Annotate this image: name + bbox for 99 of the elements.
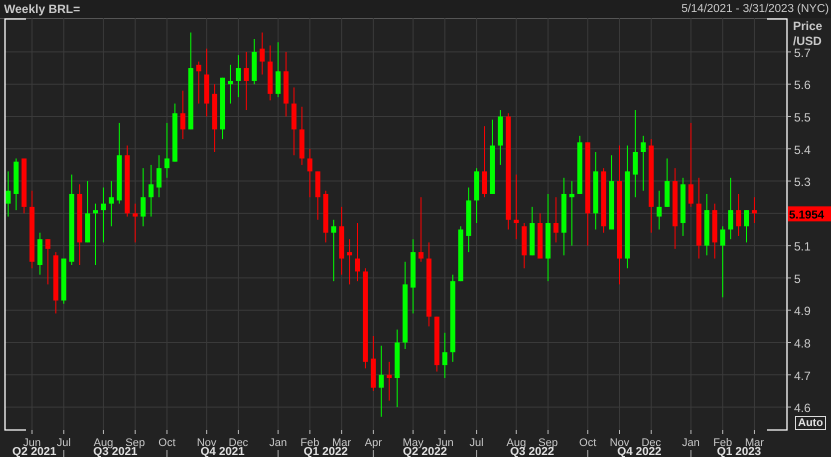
candlestick xyxy=(386,361,392,402)
tick-label: 5.7 xyxy=(794,46,811,60)
candlestick xyxy=(236,54,241,98)
candlestick xyxy=(204,48,210,117)
chart-title: Weekly BRL= xyxy=(4,2,80,16)
candlestick xyxy=(640,135,646,192)
candlestick xyxy=(323,190,328,243)
tick-label: 5.3 xyxy=(794,175,811,190)
candlestick xyxy=(466,187,472,253)
candlestick xyxy=(22,158,27,214)
candlestick xyxy=(752,196,757,224)
candlestick xyxy=(307,148,312,198)
candlestick xyxy=(656,190,662,230)
candlestick xyxy=(53,252,58,314)
tick-label: Jan xyxy=(269,437,287,449)
candlestick xyxy=(276,42,281,98)
tick-label: Aug xyxy=(94,437,114,449)
candlestick xyxy=(744,210,749,243)
candlestick xyxy=(180,90,186,140)
tick-label: 5.6 xyxy=(794,78,811,92)
candlestick xyxy=(14,158,19,211)
candlestick xyxy=(442,332,448,379)
date-range: 5/14/2021 - 3/31/2023 (NYC) xyxy=(681,3,829,15)
quarter-label: Q4 2021 xyxy=(200,446,245,457)
candlestick xyxy=(172,103,178,162)
candlestick xyxy=(728,177,734,240)
candlestick xyxy=(434,316,440,372)
candlestick xyxy=(530,206,535,256)
candlestick xyxy=(93,203,98,266)
candlestick xyxy=(664,158,670,208)
candlestick xyxy=(299,106,304,166)
candlestick xyxy=(601,168,606,234)
candlestick xyxy=(339,206,344,276)
candlestick xyxy=(291,86,296,156)
candlestick xyxy=(458,226,464,282)
candlestick xyxy=(196,61,202,104)
candlestick xyxy=(61,258,66,304)
candlestick xyxy=(212,84,218,152)
quarter-label: Q4 2022 xyxy=(617,446,662,457)
candlestick xyxy=(712,203,718,260)
tick-label: 5.5 xyxy=(794,110,811,124)
candlestick xyxy=(538,212,543,260)
tick-label: 4.7 xyxy=(794,368,811,383)
tick-label: 4.8 xyxy=(794,336,811,350)
quarter-label: Q1 2023 xyxy=(716,446,762,457)
candlestick xyxy=(370,336,376,392)
candlestick xyxy=(132,203,138,243)
candlestick xyxy=(156,154,162,198)
candlestick xyxy=(577,135,582,194)
candlestick xyxy=(331,219,336,282)
candlestick xyxy=(355,222,360,282)
tick-label: Apr xyxy=(364,437,382,449)
candlestick xyxy=(418,196,424,262)
candlestick xyxy=(514,174,519,240)
candlestick xyxy=(553,196,558,243)
candlestick xyxy=(100,187,106,243)
quarter-label: Q3 2022 xyxy=(510,446,554,457)
tick-label: Aug xyxy=(506,437,526,449)
candlestick xyxy=(474,168,480,224)
candlestick xyxy=(347,238,352,285)
candlestick xyxy=(228,64,233,104)
tick-label: Oct xyxy=(158,437,176,449)
tick-label: Sep xyxy=(125,437,145,449)
candlestick xyxy=(315,170,320,220)
tick-label: Jul xyxy=(56,437,71,449)
tick-label: Jul xyxy=(470,437,484,449)
candlestick xyxy=(85,180,90,243)
candlestick xyxy=(220,77,226,140)
tick-label: 5.4 xyxy=(794,142,811,157)
tick-label: 4.9 xyxy=(794,304,811,318)
tick-label: May xyxy=(402,437,424,449)
candlestick xyxy=(244,51,249,111)
candlestick xyxy=(108,180,114,227)
candlestick xyxy=(37,232,42,276)
candlestick xyxy=(164,122,170,178)
price-tag: 5.1954 xyxy=(788,206,831,222)
candlestick xyxy=(680,177,686,236)
auto-button[interactable]: Auto xyxy=(795,416,826,430)
candlestick xyxy=(252,38,257,85)
candlestick xyxy=(6,170,11,218)
tick-label: Oct xyxy=(579,437,596,449)
candlestick xyxy=(736,193,742,236)
candlestick xyxy=(704,193,710,256)
candlestick xyxy=(260,32,265,75)
candlestick xyxy=(569,180,574,246)
tick-label: 5 xyxy=(794,272,801,286)
tick-label: 4.6 xyxy=(794,401,811,416)
candlestick xyxy=(522,222,527,269)
candlestick xyxy=(498,110,503,166)
candlestick xyxy=(268,44,273,101)
candlestick xyxy=(284,51,289,117)
axis-label: Price /USD xyxy=(793,19,822,48)
tick-label: 5.1 xyxy=(794,240,811,254)
candlestick xyxy=(140,168,146,227)
candlestick xyxy=(45,238,50,285)
quarter-label: Q1 2022 xyxy=(304,446,348,457)
quarter-label: Q2 2021 xyxy=(12,446,56,457)
candlestick xyxy=(148,164,154,218)
tick-label: Jan xyxy=(682,437,700,449)
